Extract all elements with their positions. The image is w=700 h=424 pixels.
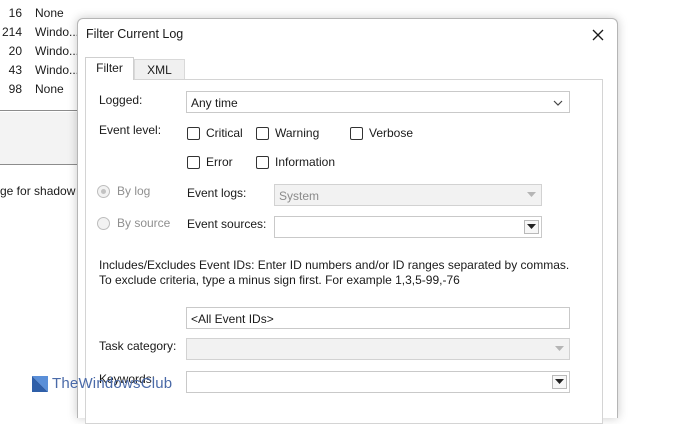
dialog-title: Filter Current Log [86, 27, 184, 41]
checkbox-box[interactable] [187, 155, 200, 169]
filter-current-log-dialog: Filter Current Log Filter XML Logged: An… [77, 18, 618, 424]
checkbox-label: Verbose [369, 126, 414, 140]
event-logs-dropdown[interactable]: System [274, 184, 542, 206]
dropdown-arrow-icon [527, 224, 536, 229]
keywords-dropdown[interactable] [186, 371, 570, 393]
task-category-label: Task category: [99, 339, 177, 353]
task-category-dropdown[interactable] [186, 338, 570, 360]
dropdown-arrow-icon [555, 379, 564, 384]
list-item[interactable]: 16 None [0, 4, 80, 23]
by-log-radio[interactable]: By log [97, 184, 150, 198]
logged-label: Logged: [99, 93, 143, 107]
checkbox-label: Warning [275, 126, 320, 140]
event-logs-value: System [279, 189, 320, 203]
event-sources-dropdown[interactable] [274, 216, 542, 238]
event-ids-value: <All Event IDs> [191, 312, 274, 326]
logged-value: Any time [191, 96, 238, 110]
dialog-titlebar[interactable]: Filter Current Log [78, 19, 617, 51]
dropdown-arrow-icon [527, 192, 536, 197]
logged-dropdown[interactable]: Any time [186, 91, 570, 113]
checkbox-box[interactable] [256, 126, 269, 140]
background-event-list: 16 None 214 Windo... 20 Windo... 43 Windo...… [0, 4, 80, 99]
close-icon [592, 29, 604, 41]
dropdown-button[interactable] [524, 188, 539, 202]
radio-circle[interactable] [97, 216, 110, 230]
event-ids-description: Includes/Excludes Event IDs: Enter ID nu… [99, 258, 570, 287]
checkbox-label: Error [206, 155, 233, 169]
checkbox-box[interactable] [350, 126, 363, 140]
list-item[interactable]: 98 None [0, 80, 80, 99]
watermark-text: TheWindowsClub [52, 375, 173, 392]
dropdown-button[interactable] [524, 220, 539, 234]
checkbox-label: Information [275, 155, 336, 169]
list-item[interactable]: 214 Windo... [0, 23, 80, 42]
warning-checkbox[interactable]: Warning [256, 126, 319, 140]
tab-xml[interactable]: XML [134, 59, 185, 80]
dropdown-arrow-icon [555, 346, 564, 351]
by-source-radio[interactable]: By source [97, 216, 170, 230]
dropdown-button[interactable] [552, 342, 567, 356]
by-log-label: By log [117, 184, 151, 198]
close-button[interactable] [585, 23, 611, 47]
event-logs-label: Event logs: [187, 186, 247, 200]
checkbox-label: Critical [206, 126, 243, 140]
chevron-down-icon [553, 100, 563, 106]
error-checkbox[interactable]: Error [187, 155, 233, 169]
critical-checkbox[interactable]: Critical [187, 126, 243, 140]
dropdown-button[interactable] [552, 375, 567, 389]
tab-filter[interactable]: Filter [85, 57, 134, 80]
windows-logo-icon [32, 375, 48, 392]
watermark: TheWindowsClub [32, 375, 172, 392]
divider [0, 164, 80, 165]
divider [0, 110, 80, 111]
event-detail-text: ge for shadow [0, 184, 76, 198]
list-item[interactable]: 43 Windo... [0, 61, 80, 80]
list-item[interactable]: 20 Windo... [0, 42, 80, 61]
checkbox-box[interactable] [187, 126, 200, 140]
checkbox-box[interactable] [256, 155, 269, 169]
information-checkbox[interactable]: Information [256, 155, 335, 169]
event-sources-label: Event sources: [187, 217, 267, 231]
background-panel [0, 112, 80, 164]
radio-circle[interactable] [97, 184, 110, 198]
by-source-label: By source [117, 216, 171, 230]
verbose-checkbox[interactable]: Verbose [350, 126, 413, 140]
event-level-label: Event level: [99, 123, 162, 137]
event-ids-input[interactable]: <All Event IDs> [186, 307, 570, 329]
